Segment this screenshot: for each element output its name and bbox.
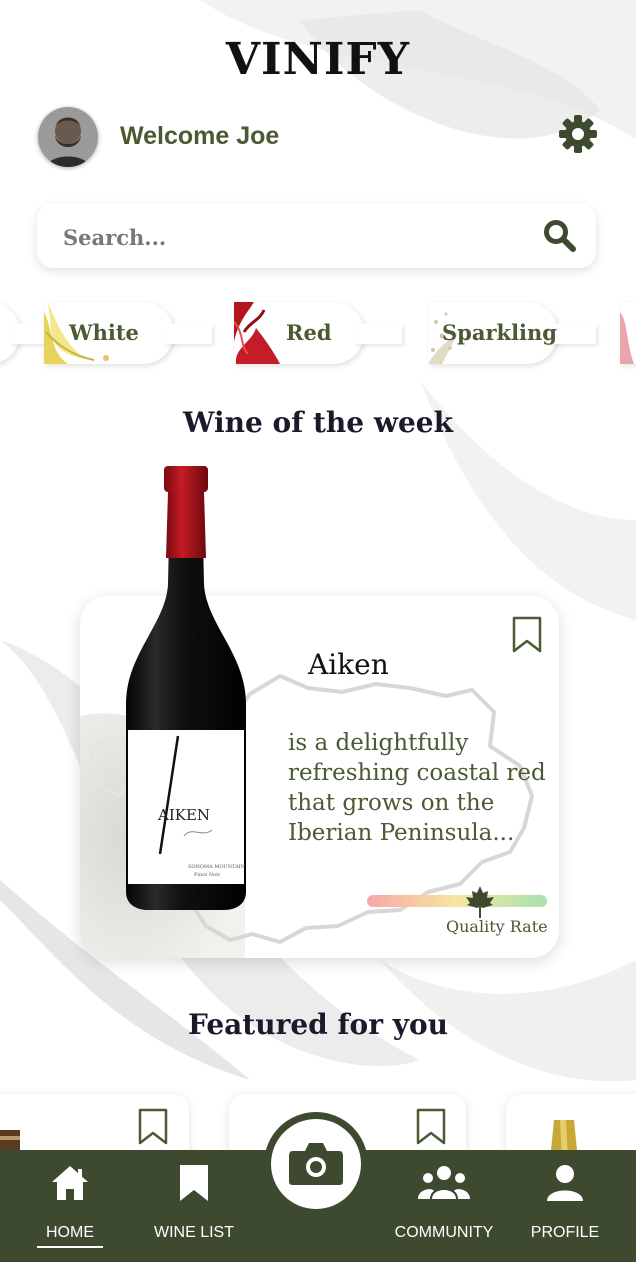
nav-wine-list[interactable]: WINE LIST	[144, 1150, 244, 1262]
nav-label-wine-list: WINE LIST	[153, 1224, 234, 1241]
maple-leaf-icon	[466, 886, 494, 918]
category-label-sparkling: Sparkling	[442, 320, 557, 345]
bottle-label-variety: Pinot Noir	[194, 872, 221, 878]
home-icon	[52, 1166, 88, 1200]
nav-label-community: COMMUNITY	[394, 1224, 494, 1241]
nav-profile[interactable]: PROFILE	[524, 1150, 606, 1262]
wine-of-week-title: Wine of the week	[183, 406, 453, 439]
category-label-white: White	[69, 320, 139, 345]
red-wine-splash-icon	[234, 302, 280, 364]
nav-label-profile: PROFILE	[530, 1224, 600, 1241]
category-label-red: Red	[286, 320, 332, 345]
nav-label-home: HOME	[46, 1224, 94, 1241]
search-input[interactable]	[61, 218, 525, 256]
camera-icon	[289, 1143, 343, 1185]
bottle-label-sub: SONOMA MOUNTAIN	[188, 864, 246, 870]
bookmark-icon	[180, 1165, 208, 1201]
wine-bottle-image: AIKEN SONOMA MOUNTAIN Pinot Noir	[126, 466, 246, 910]
nav-community[interactable]: COMMUNITY	[388, 1150, 500, 1262]
avatar-image	[38, 107, 98, 167]
wine-name: Aiken	[308, 648, 389, 681]
search-bar[interactable]	[37, 204, 596, 268]
nav-active-indicator	[37, 1246, 103, 1248]
bookmark-icon[interactable]	[416, 1108, 446, 1146]
bottle-label-text: AIKEN	[157, 806, 210, 824]
gear-icon	[559, 115, 597, 153]
wine-description: is a delightfully refreshing coastal red…	[288, 730, 546, 846]
quality-rate-label: Quality Rate	[446, 917, 548, 936]
community-icon	[418, 1166, 470, 1199]
bookmark-icon[interactable]	[138, 1108, 168, 1146]
featured-title: Featured for you	[187, 1008, 448, 1041]
bookmark-icon[interactable]	[512, 616, 542, 654]
welcome-text: Welcome Joe	[120, 122, 280, 150]
settings-button[interactable]	[558, 114, 598, 154]
app-title: VINIFY	[225, 34, 411, 85]
profile-icon	[547, 1165, 583, 1201]
search-icon[interactable]	[543, 219, 577, 253]
rose-wine-splash-icon	[620, 312, 634, 364]
quality-rate-bar	[367, 895, 547, 907]
camera-scan-button[interactable]	[264, 1112, 368, 1216]
avatar[interactable]	[38, 107, 98, 167]
